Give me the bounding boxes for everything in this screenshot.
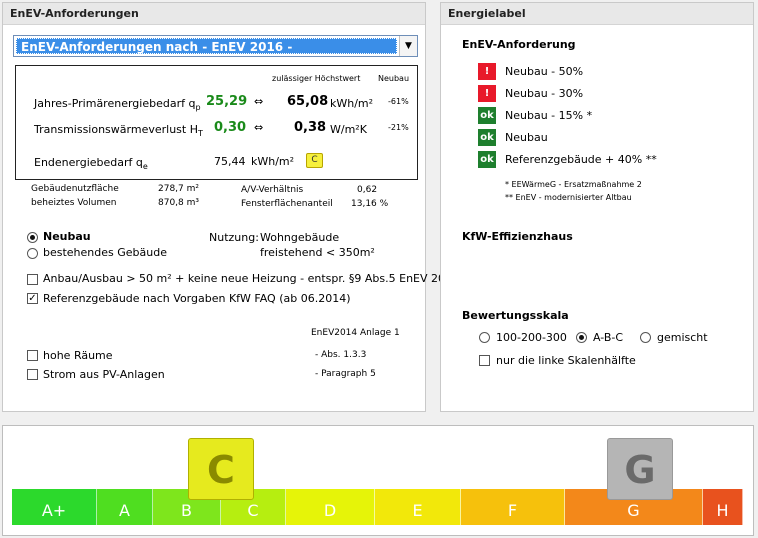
scale-100-200-300-radio[interactable] bbox=[479, 332, 490, 343]
kfw-heading: KfW-Effizienzhaus bbox=[462, 230, 573, 243]
anbau-label[interactable]: Anbau/Ausbau > 50 m² + keine neue Heizun… bbox=[43, 272, 459, 285]
area-value: 278,7 m² bbox=[158, 184, 200, 194]
requirement-label: Neubau - 30% bbox=[505, 87, 584, 100]
header-max-value: zulässiger Höchstwert bbox=[272, 74, 361, 83]
high-rooms-ref: - Abs. 1.3.3 bbox=[315, 350, 367, 360]
scale-segment: F bbox=[461, 489, 565, 525]
panel-title-energielabel: Energielabel bbox=[441, 3, 753, 25]
bestand-label[interactable]: bestehendes Gebäude bbox=[43, 246, 167, 259]
footnote-2: ** EnEV - modernisierter Altbau bbox=[505, 193, 632, 202]
primary-energy-limit: 65,08 bbox=[287, 94, 329, 109]
high-rooms-checkbox[interactable] bbox=[27, 350, 38, 361]
status-badge: ! bbox=[478, 63, 496, 80]
panel-title-enev: EnEV-Anforderungen bbox=[3, 3, 425, 25]
enev-requirement-heading: EnEV-Anforderung bbox=[462, 38, 576, 51]
scale-abc-label[interactable]: A-B-C bbox=[593, 331, 623, 344]
usage-value-2: freistehend < 350m² bbox=[260, 246, 375, 259]
scale-segment: A+ bbox=[12, 489, 97, 525]
footnote-1: * EEWärmeG - Ersatzmaßnahme 2 bbox=[505, 180, 642, 189]
status-badge: ! bbox=[478, 85, 496, 102]
usage-value-1: Wohngebäude bbox=[260, 231, 340, 244]
status-badge: ok bbox=[478, 129, 496, 146]
chevron-down-icon[interactable]: ▼ bbox=[399, 36, 417, 56]
scale-mixed-radio[interactable] bbox=[640, 332, 651, 343]
compare-arrow-icon: ⇔ bbox=[254, 95, 264, 108]
scale-segment: D bbox=[286, 489, 375, 525]
primary-energy-value: 25,29 bbox=[206, 94, 248, 109]
transmission-loss-limit: 0,38 bbox=[294, 120, 327, 135]
status-badge: ok bbox=[478, 107, 496, 124]
enev-requirements-panel: EnEV-Anforderungen EnEV-Anforderungen na… bbox=[2, 2, 459, 412]
referenz-label[interactable]: Referenzgebäude nach Vorgaben KfW FAQ (a… bbox=[43, 292, 351, 305]
standard-select-value[interactable]: EnEV-Anforderungen nach - EnEV 2016 - bbox=[16, 38, 397, 54]
requirement-label: Neubau - 15% * bbox=[505, 109, 593, 122]
scale-100-200-300-label[interactable]: 100-200-300 bbox=[496, 331, 567, 344]
pv-label[interactable]: Strom aus PV-Anlagen bbox=[43, 368, 165, 381]
end-energy-class-badge: C bbox=[306, 153, 323, 168]
transmission-loss-unit: W/m²K bbox=[330, 123, 367, 136]
neubau-radio[interactable] bbox=[27, 232, 38, 243]
end-energy-value: 75,44 bbox=[214, 155, 246, 168]
volume-value: 870,8 m³ bbox=[158, 198, 200, 208]
rating-scale-heading: Bewertungsskala bbox=[462, 309, 569, 322]
scale-segment: E bbox=[375, 489, 461, 525]
current-class-marker: C bbox=[188, 438, 254, 500]
left-half-label[interactable]: nur die linke Skalenhälfte bbox=[496, 354, 636, 367]
anlage-label: EnEV2014 Anlage 1 bbox=[311, 328, 400, 338]
av-ratio-label: A/V-Verhältnis bbox=[241, 185, 304, 195]
volume-label: beheiztes Volumen bbox=[31, 198, 117, 208]
reference-class-marker: G bbox=[607, 438, 673, 500]
transmission-loss-pct: -21% bbox=[388, 123, 409, 132]
referenz-checkbox[interactable]: ✓ bbox=[27, 293, 38, 304]
pv-checkbox[interactable] bbox=[27, 369, 38, 380]
area-label: Gebäudenutzfläche bbox=[31, 184, 119, 194]
bestand-radio[interactable] bbox=[27, 248, 38, 259]
energy-scale-panel: A+ A B C D E F G H C G bbox=[2, 425, 754, 536]
standard-select[interactable]: EnEV-Anforderungen nach - EnEV 2016 - ▼ bbox=[13, 35, 418, 57]
requirement-label: Neubau bbox=[505, 131, 548, 144]
status-badge: ok bbox=[478, 151, 496, 168]
requirement-label: Referenzgebäude + 40% ** bbox=[505, 153, 657, 166]
scale-segment: H bbox=[703, 489, 743, 525]
scale-mixed-label[interactable]: gemischt bbox=[657, 331, 708, 344]
energy-label-panel: Energielabel EnEV-Anforderung ! Neubau -… bbox=[440, 2, 754, 412]
primary-energy-unit: kWh/m² bbox=[330, 97, 374, 110]
high-rooms-label[interactable]: hohe Räume bbox=[43, 349, 113, 362]
pv-ref: - Paragraph 5 bbox=[315, 369, 376, 379]
scale-segment: A bbox=[97, 489, 153, 525]
transmission-loss-value: 0,30 bbox=[214, 120, 247, 135]
requirements-calculation-box: zulässiger Höchstwert Neubau Jahres-Prim… bbox=[15, 65, 418, 180]
neubau-label[interactable]: Neubau bbox=[43, 230, 91, 243]
primary-energy-pct: -61% bbox=[388, 97, 409, 106]
av-ratio-value: 0,62 bbox=[357, 185, 378, 195]
end-energy-unit: kWh/m² bbox=[251, 155, 295, 168]
anbau-checkbox[interactable] bbox=[27, 274, 38, 285]
header-neubau: Neubau bbox=[378, 74, 410, 83]
end-energy-label: Endenergiebedarf qe bbox=[34, 156, 148, 172]
requirement-label: Neubau - 50% bbox=[505, 65, 584, 78]
left-half-checkbox[interactable] bbox=[479, 355, 490, 366]
transmission-loss-label: Transmissionswärmeverlust HT bbox=[34, 123, 203, 139]
usage-label: Nutzung: bbox=[209, 231, 259, 244]
window-ratio-value: 13,16 % bbox=[351, 199, 389, 209]
window-ratio-label: Fensterflächenanteil bbox=[241, 199, 333, 209]
compare-arrow-icon: ⇔ bbox=[254, 121, 264, 134]
primary-energy-label: Jahres-Primärenergiebedarf qp bbox=[34, 97, 201, 113]
scale-abc-radio[interactable] bbox=[576, 332, 587, 343]
